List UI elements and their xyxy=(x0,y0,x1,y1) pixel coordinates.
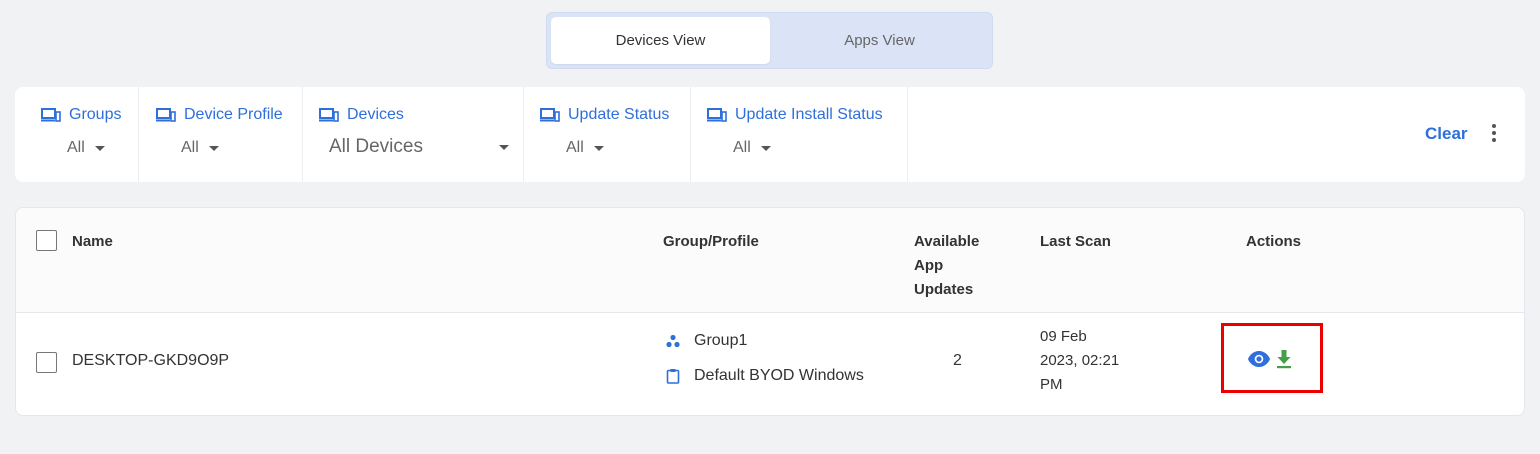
view-toggle: Devices View Apps View xyxy=(546,12,993,69)
filter-update-status-select[interactable]: All xyxy=(566,139,604,157)
filter-bar: Groups All Device Profile All Devices Al… xyxy=(15,87,1525,182)
last-scan-line2: 2023, 02:21 xyxy=(1040,352,1120,369)
more-options-icon[interactable] xyxy=(1489,124,1499,144)
filter-update-status-value: All xyxy=(566,139,584,156)
filter-devices-text: Devices xyxy=(347,106,404,123)
filter-devices-value: All Devices xyxy=(329,136,423,157)
filter-update-install-status-text: Update Install Status xyxy=(735,106,883,123)
available-updates-count: 2 xyxy=(953,352,962,369)
caret-down-icon xyxy=(499,144,509,150)
devices-icon xyxy=(156,108,176,122)
device-name[interactable]: DESKTOP-GKD9O9P xyxy=(72,349,229,373)
select-all-checkbox[interactable] xyxy=(36,230,57,251)
column-header-actions: Actions xyxy=(1246,233,1302,250)
caret-down-icon xyxy=(94,145,105,151)
caret-down-icon xyxy=(593,145,604,151)
filter-update-install-status-label[interactable]: Update Install Status xyxy=(707,106,883,124)
clipboard-icon xyxy=(666,369,680,384)
filter-devices-select[interactable]: All Devices xyxy=(329,136,509,158)
column-header-available-updates-line3: Updates xyxy=(914,281,974,298)
last-scan-line1: 09 Feb xyxy=(1040,328,1087,345)
group-icon xyxy=(666,334,680,348)
column-header-available-updates[interactable]: Available App Updates xyxy=(914,230,979,302)
devices-icon xyxy=(41,108,61,122)
filter-update-status-text: Update Status xyxy=(568,106,670,123)
devices-icon xyxy=(707,108,727,122)
filter-device-profile: Device Profile All xyxy=(139,87,303,182)
profile-name: Default BYOD Windows xyxy=(694,367,864,384)
caret-down-icon xyxy=(208,145,219,151)
filter-groups: Groups All xyxy=(15,87,139,182)
filter-update-status-label[interactable]: Update Status xyxy=(540,106,669,124)
filter-groups-text: Groups xyxy=(69,106,122,123)
caret-down-icon xyxy=(760,145,771,151)
highlight-box xyxy=(1221,323,1323,393)
devices-icon xyxy=(540,108,560,122)
filter-groups-select[interactable]: All xyxy=(67,139,105,157)
filter-update-status: Update Status All xyxy=(524,87,691,182)
column-header-last-scan[interactable]: Last Scan xyxy=(1040,230,1111,254)
profile-line: Default BYOD Windows xyxy=(666,367,864,385)
group-line: Group1 xyxy=(666,332,747,350)
devices-icon xyxy=(319,108,339,122)
tab-devices-view[interactable]: Devices View xyxy=(551,17,770,64)
table-header: Name Group/Profile Available App Updates… xyxy=(16,208,1524,313)
tab-apps-view[interactable]: Apps View xyxy=(770,17,989,64)
group-name: Group1 xyxy=(694,332,748,349)
filter-update-install-status-select[interactable]: All xyxy=(733,139,771,157)
column-header-group-profile[interactable]: Group/Profile xyxy=(663,230,759,254)
clear-filters-button[interactable]: Clear xyxy=(1425,124,1468,144)
filter-devices: Devices All Devices xyxy=(303,87,524,182)
filter-update-install-status: Update Install Status All xyxy=(691,87,908,182)
filter-device-profile-text: Device Profile xyxy=(184,106,283,123)
column-header-available-updates-line2: App xyxy=(914,257,944,274)
filter-update-install-status-value: All xyxy=(733,139,751,156)
column-header-available-updates-line1: Available xyxy=(914,233,980,250)
filter-device-profile-select[interactable]: All xyxy=(181,139,219,157)
filter-device-profile-label[interactable]: Device Profile xyxy=(156,106,283,124)
column-header-name[interactable]: Name xyxy=(72,230,113,254)
last-scan-time: 09 Feb 2023, 02:21 PM xyxy=(1040,325,1119,397)
filter-groups-value: All xyxy=(67,139,85,156)
filter-groups-label[interactable]: Groups xyxy=(41,106,121,124)
row-select-checkbox[interactable] xyxy=(36,352,57,373)
filter-devices-label[interactable]: Devices xyxy=(319,106,404,124)
devices-table: Name Group/Profile Available App Updates… xyxy=(15,207,1525,416)
last-scan-line3: PM xyxy=(1040,376,1063,393)
filter-device-profile-value: All xyxy=(181,139,199,156)
